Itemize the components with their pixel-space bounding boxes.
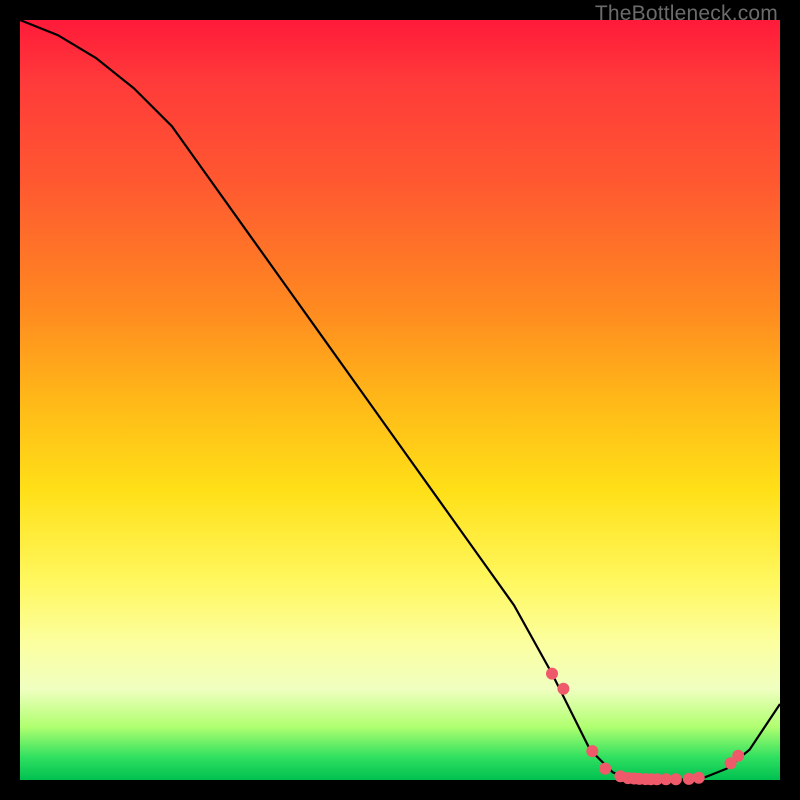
plot-area bbox=[20, 20, 780, 780]
chart-stage: TheBottleneck.com bbox=[0, 0, 800, 800]
marker-point bbox=[599, 763, 611, 775]
marker-point bbox=[586, 745, 598, 757]
bottleneck-curve bbox=[20, 20, 780, 780]
marker-point bbox=[546, 668, 558, 680]
curve-svg bbox=[20, 20, 780, 780]
marker-point bbox=[693, 772, 705, 784]
marker-point bbox=[670, 773, 682, 785]
marker-point bbox=[732, 750, 744, 762]
watermark-text: TheBottleneck.com bbox=[595, 2, 778, 26]
marker-point bbox=[557, 683, 569, 695]
highlight-markers bbox=[546, 668, 744, 786]
